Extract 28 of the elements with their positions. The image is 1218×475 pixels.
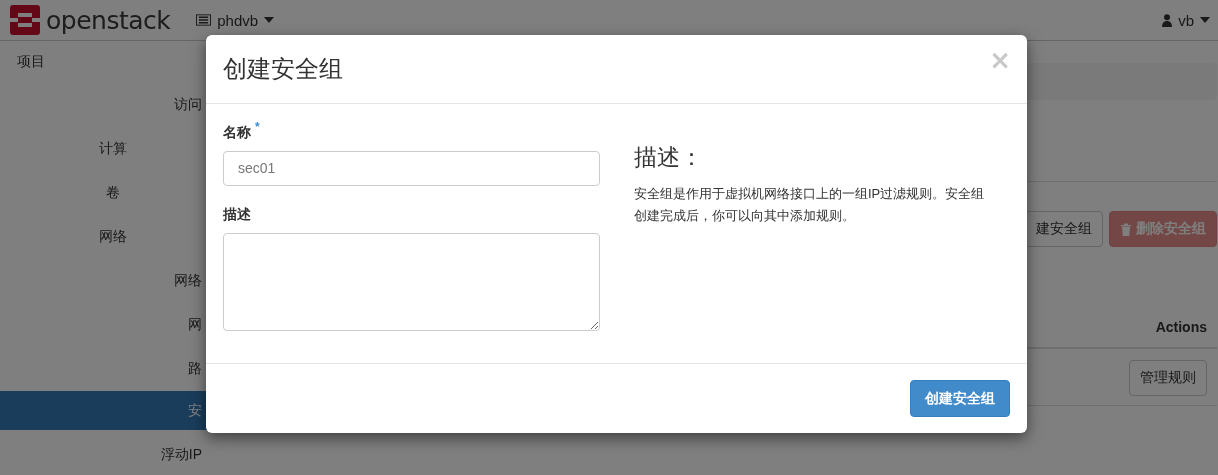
field-label: 名称 $^{*}$ <box>223 120 261 142</box>
sidebar-item[interactable]: 浮动IP <box>160 446 202 464</box>
sidebar-item[interactable]: 网络 <box>174 272 202 290</box>
sidebar-item[interactable]: 访问 <box>174 96 202 114</box>
caret-icon <box>1200 17 1210 23</box>
user-icon <box>1162 13 1173 27</box>
help-title: 描述： <box>634 143 704 172</box>
help-text: 安全组是作用于虚拟机网络接口上的一组IP过滤规则。安全组创建完成后，你可以向其中添加规则。 <box>634 185 986 225</box>
submit-button[interactable]: 创建安全组 <box>910 380 1010 417</box>
sidebar-heading: 项目 <box>17 53 45 71</box>
name-field[interactable]: sec01 <box>223 150 600 186</box>
sidebar-group[interactable]: 卷 <box>106 184 120 202</box>
sidebar-group[interactable]: 计算 <box>99 140 127 158</box>
caret-icon <box>264 17 275 23</box>
logo-icon <box>10 5 40 35</box>
logo-text: openstack <box>46 5 171 35</box>
required-mark: * <box>255 120 260 134</box>
sidebar-item[interactable]: 路 <box>188 360 202 378</box>
server-icon <box>196 14 212 26</box>
sidebar-item[interactable]: 网 <box>188 316 202 334</box>
description-field[interactable] <box>223 232 600 331</box>
dialog-title: 创建安全组 <box>223 54 343 84</box>
field-label: 描述 <box>223 205 252 224</box>
manage-rules-button[interactable]: 管理规则 <box>1129 360 1207 396</box>
project-menu[interactable]: phdvb <box>196 11 275 29</box>
create-button[interactable]: 建安全组 <box>1025 211 1103 247</box>
user-menu[interactable]: vb <box>1162 11 1210 29</box>
sidebar-group[interactable]: 网络 <box>99 228 127 246</box>
